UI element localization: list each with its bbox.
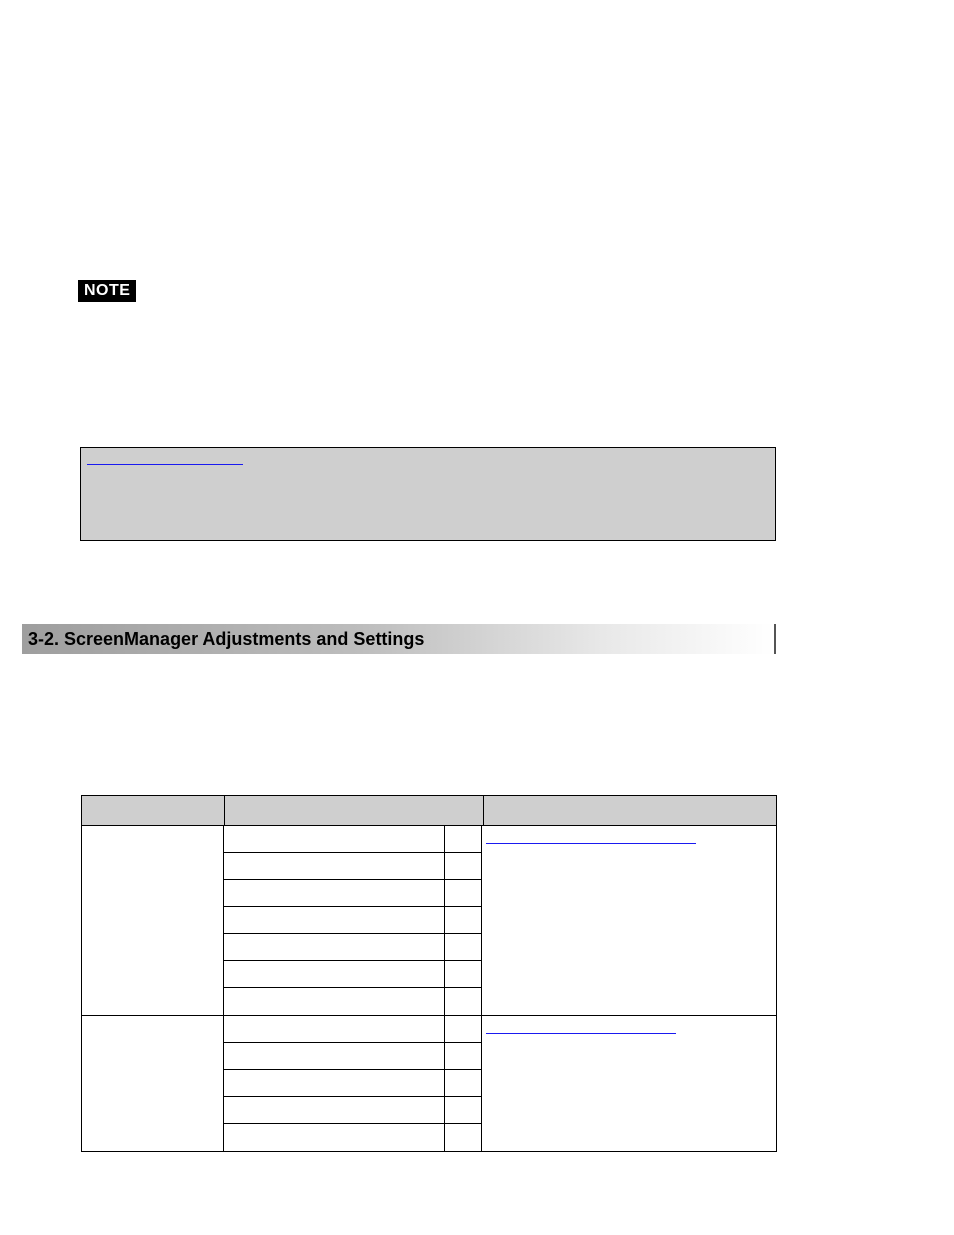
sub-menu-label [224, 1097, 445, 1123]
sub-menu-row [224, 988, 481, 1015]
sub-menu-row [224, 880, 481, 907]
sub-menu-row [224, 934, 481, 961]
sub-menu-icon [445, 907, 481, 933]
sub-menu-row [224, 961, 481, 988]
reference-cell [482, 1016, 776, 1151]
sub-menu-row [224, 1124, 481, 1151]
callout-link[interactable] [87, 452, 243, 465]
note-badge: NOTE [78, 280, 136, 302]
sub-menu-label [224, 1124, 445, 1151]
sub-menu-row [224, 1043, 481, 1070]
sub-menu-row [224, 826, 481, 853]
section-heading: 3-2. ScreenManager Adjustments and Setti… [22, 624, 776, 654]
main-menu-cell [82, 1016, 224, 1151]
table-group [82, 1016, 776, 1151]
sub-menu-row [224, 1097, 481, 1124]
sub-menu-label [224, 1070, 445, 1096]
sub-menu-icon [445, 934, 481, 960]
sub-menu-icon [445, 1043, 481, 1069]
table-group [82, 826, 776, 1016]
sub-menu-label [224, 826, 445, 852]
settings-table [81, 795, 777, 1152]
main-menu-cell [82, 826, 224, 1016]
sub-menu-icon [445, 826, 481, 852]
sub-menu-row [224, 1070, 481, 1097]
page: NOTE 3-2. ScreenManager Adjustments and … [0, 0, 954, 1235]
sub-menu-list [224, 826, 482, 1015]
sub-menu-label [224, 961, 445, 987]
sub-menu-icon [445, 1016, 481, 1042]
sub-menu-label [224, 934, 445, 960]
table-header [82, 796, 776, 826]
sub-menu-icon [445, 1124, 481, 1151]
header-reference [484, 796, 776, 826]
callout-box [80, 447, 776, 541]
sub-menu-icon [445, 853, 481, 879]
reference-link[interactable] [486, 832, 696, 844]
sub-menu-label [224, 1016, 445, 1042]
sub-menu-list [224, 1016, 482, 1151]
header-main-menu [82, 796, 225, 826]
sub-menu-icon [445, 988, 481, 1015]
sub-menu-icon [445, 880, 481, 906]
reference-link[interactable] [486, 1022, 676, 1034]
sub-menu-row [224, 1016, 481, 1043]
sub-menu-label [224, 853, 445, 879]
sub-menu-label [224, 907, 445, 933]
sub-menu-label [224, 988, 445, 1015]
sub-menu-icon [445, 1097, 481, 1123]
sub-menu-label [224, 880, 445, 906]
reference-cell [482, 826, 776, 1015]
header-sub-menu [225, 796, 484, 826]
sub-menu-row [224, 853, 481, 880]
sub-menu-icon [445, 1070, 481, 1096]
sub-menu-icon [445, 961, 481, 987]
sub-menu-row [224, 907, 481, 934]
sub-menu-label [224, 1043, 445, 1069]
